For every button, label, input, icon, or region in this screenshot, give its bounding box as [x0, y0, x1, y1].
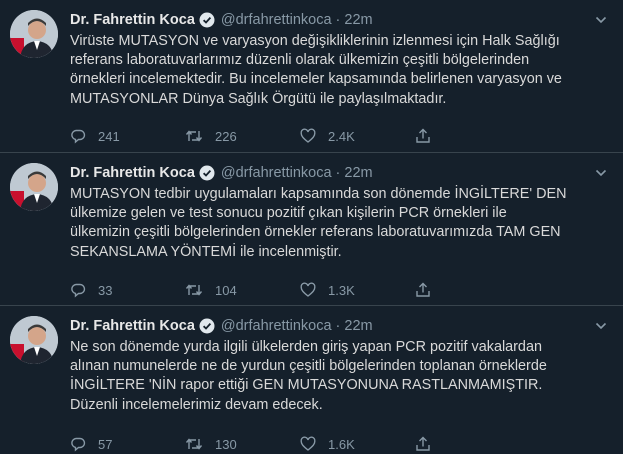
reply-button[interactable]: 33	[70, 282, 185, 298]
tweet-text: Ne son dönemde yurda ilgili ülkelerden g…	[70, 339, 547, 413]
like-button[interactable]: 1.6K	[300, 436, 415, 452]
tweet-text: Virüste MUTASYON ve varyasyon değişiklik…	[70, 33, 562, 107]
retweet-count: 104	[215, 282, 237, 298]
share-icon	[416, 436, 430, 451]
avatar[interactable]	[10, 10, 58, 58]
tweet-text: MUTASYON tedbir uygulamaları kapsamında …	[70, 186, 567, 260]
tweet-body: Dr. Fahrettin Koca @drfahrettinkoca · 22…	[70, 10, 615, 109]
tweet[interactable]: Dr. Fahrettin Koca @drfahrettinkoca · 22…	[0, 0, 623, 153]
reply-count: 241	[98, 128, 120, 144]
separator-dot: ·	[335, 165, 341, 181]
author-handle[interactable]: @drfahrettinkoca	[221, 12, 332, 28]
retweet-count: 130	[215, 436, 237, 452]
share-icon	[416, 128, 430, 143]
tweet-actions: 57 130 1.6K	[70, 434, 490, 454]
tweet-feed: Dr. Fahrettin Koca @drfahrettinkoca · 22…	[0, 0, 623, 454]
share-button[interactable]	[415, 436, 443, 452]
heart-icon	[300, 436, 316, 451]
retweet-icon	[185, 438, 203, 450]
author-name[interactable]: Dr. Fahrettin Koca	[70, 165, 195, 181]
retweet-button[interactable]: 226	[185, 128, 300, 144]
author-handle[interactable]: @drfahrettinkoca	[221, 165, 332, 181]
reply-icon	[71, 283, 86, 298]
verified-badge-icon	[199, 318, 215, 334]
tweet[interactable]: Dr. Fahrettin Koca @drfahrettinkoca · 22…	[0, 306, 623, 454]
reply-count: 57	[98, 436, 113, 452]
retweet-icon	[185, 284, 203, 296]
avatar-photo	[10, 10, 58, 58]
tweet-actions: 33 104 1.3K	[70, 280, 490, 300]
avatar-photo	[10, 316, 58, 364]
tweet-header: Dr. Fahrettin Koca @drfahrettinkoca · 22…	[70, 10, 615, 30]
separator-dot: ·	[335, 12, 341, 28]
author-handle[interactable]: @drfahrettinkoca	[221, 318, 332, 334]
like-button[interactable]: 1.3K	[300, 282, 415, 298]
tweet-header: Dr. Fahrettin Koca @drfahrettinkoca · 22…	[70, 316, 615, 336]
retweet-count: 226	[215, 128, 237, 144]
tweet-body: Dr. Fahrettin Koca @drfahrettinkoca · 22…	[70, 163, 615, 262]
author-name[interactable]: Dr. Fahrettin Koca	[70, 318, 195, 334]
separator-dot: ·	[335, 318, 341, 334]
tweet-actions: 241 226 2.4K	[70, 126, 490, 146]
chevron-down-icon[interactable]	[593, 165, 609, 181]
share-button[interactable]	[415, 128, 443, 144]
reply-icon	[71, 437, 86, 452]
reply-button[interactable]: 241	[70, 128, 185, 144]
avatar[interactable]	[10, 316, 58, 364]
reply-icon	[71, 129, 86, 144]
verified-badge-icon	[199, 12, 215, 28]
retweet-icon	[185, 130, 203, 142]
timestamp[interactable]: 22m	[344, 318, 372, 334]
like-button[interactable]: 2.4K	[300, 128, 415, 144]
heart-icon	[300, 128, 316, 143]
share-icon	[416, 282, 430, 297]
avatar[interactable]	[10, 163, 58, 211]
chevron-down-icon[interactable]	[593, 12, 609, 28]
like-count: 1.3K	[328, 282, 355, 298]
timestamp[interactable]: 22m	[344, 12, 372, 28]
heart-icon	[300, 282, 316, 297]
reply-button[interactable]: 57	[70, 436, 185, 452]
timestamp[interactable]: 22m	[344, 165, 372, 181]
reply-count: 33	[98, 282, 113, 298]
tweet-header: Dr. Fahrettin Koca @drfahrettinkoca · 22…	[70, 163, 615, 183]
verified-badge-icon	[199, 165, 215, 181]
author-name[interactable]: Dr. Fahrettin Koca	[70, 12, 195, 28]
chevron-down-icon[interactable]	[593, 318, 609, 334]
like-count: 2.4K	[328, 128, 355, 144]
like-count: 1.6K	[328, 436, 355, 452]
share-button[interactable]	[415, 282, 443, 298]
tweet[interactable]: Dr. Fahrettin Koca @drfahrettinkoca · 22…	[0, 153, 623, 306]
retweet-button[interactable]: 104	[185, 282, 300, 298]
tweet-body: Dr. Fahrettin Koca @drfahrettinkoca · 22…	[70, 316, 615, 415]
retweet-button[interactable]: 130	[185, 436, 300, 452]
avatar-photo	[10, 163, 58, 211]
